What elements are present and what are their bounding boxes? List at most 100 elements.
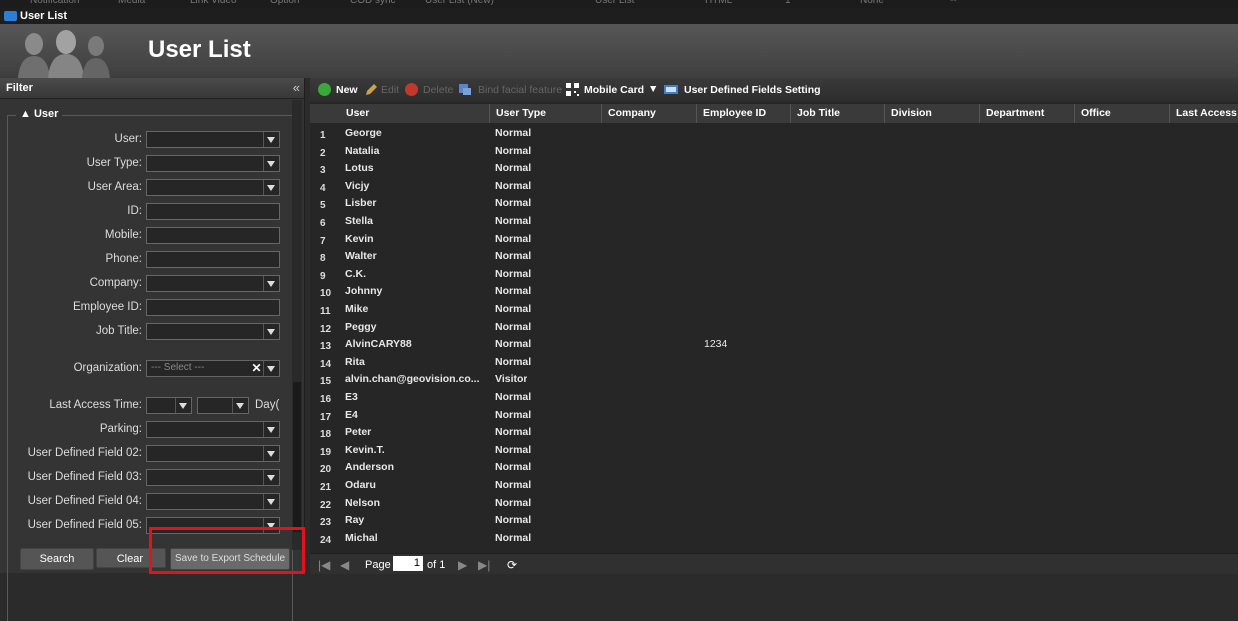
edit-button[interactable]: Edit [381, 84, 399, 96]
new-button[interactable]: New [336, 84, 358, 96]
user-cell: Rita [345, 355, 365, 368]
scrollbar-thumb[interactable] [293, 382, 301, 532]
column-header[interactable]: Employee ID [697, 104, 791, 123]
table-row[interactable]: 17 E4 Normal [310, 407, 1238, 425]
table-row[interactable]: 16 E3 Normal [310, 389, 1238, 407]
table-row[interactable]: 8 Walter Normal [310, 248, 1238, 266]
background-strip-text: -- [950, 0, 957, 6]
chevron-down-icon[interactable] [263, 156, 279, 171]
table-row[interactable]: 21 Odaru Normal [310, 477, 1238, 495]
user-type-cell: Normal [495, 443, 532, 456]
chevron-down-icon[interactable] [263, 324, 279, 339]
mobile-input[interactable] [146, 227, 280, 244]
table-row[interactable]: 22 Nelson Normal [310, 495, 1238, 513]
user-defined-field-02-label: User Defined Field 02: [27, 447, 142, 459]
delete-button[interactable]: Delete [423, 84, 453, 96]
user-section-toggle[interactable]: ▲ User [16, 108, 63, 120]
user-type-cell: Normal [495, 267, 532, 280]
phone-input[interactable] [146, 251, 280, 268]
company-select[interactable] [146, 275, 280, 292]
column-header[interactable]: User Type [490, 104, 602, 123]
table-row[interactable]: 19 Kevin.T. Normal [310, 442, 1238, 460]
table-row[interactable]: 1 George Normal [310, 125, 1238, 143]
user-area-select[interactable] [146, 179, 280, 196]
chevron-down-icon[interactable] [263, 446, 279, 461]
last-page-icon[interactable]: ▶| [478, 558, 490, 572]
table-row[interactable]: 15 alvin.chan@geovision.co... Visitor [310, 371, 1238, 389]
user-select[interactable] [146, 131, 280, 148]
column-header[interactable]: Company [602, 104, 697, 123]
column-header[interactable]: User [340, 104, 490, 123]
job-title-select[interactable] [146, 323, 280, 340]
employee-id-cell: 1234 [704, 338, 728, 351]
table-row[interactable]: 11 Mike Normal [310, 301, 1238, 319]
table-row[interactable]: 7 Kevin Normal [310, 231, 1238, 249]
column-header[interactable]: Job Title [791, 104, 885, 123]
user-defined-field-02-select[interactable] [146, 445, 280, 462]
page-label: Page [365, 559, 391, 571]
next-page-icon[interactable]: ▶ [458, 558, 467, 572]
user-cell: E3 [345, 391, 358, 403]
table-row[interactable]: 2 Natalia Normal [310, 143, 1238, 161]
user-type-cell: Normal [495, 461, 532, 474]
column-header[interactable]: Division [885, 104, 980, 123]
last-access-from-select[interactable] [146, 397, 192, 414]
table-row[interactable]: 6 Stella Normal [310, 213, 1238, 231]
table-row[interactable]: 10 Johnny Normal [310, 283, 1238, 301]
collapse-panel-icon[interactable]: « [293, 80, 300, 95]
chevron-down-icon[interactable] [232, 398, 248, 413]
first-page-icon[interactable]: |◀ [318, 558, 330, 572]
chevron-down-icon[interactable] [263, 361, 279, 376]
row-number: 18 [320, 429, 332, 441]
last-access-to-select[interactable] [197, 397, 249, 414]
chevron-down-icon[interactable] [263, 132, 279, 147]
table-header: User User Type Company Employee ID Job Title… [310, 104, 1238, 123]
parking-select[interactable] [146, 421, 280, 438]
user-defined-field-04-select[interactable] [146, 493, 280, 510]
employee-id-input[interactable] [146, 299, 280, 316]
table-row[interactable]: 24 Michal Normal [310, 530, 1238, 547]
chevron-down-icon[interactable] [263, 470, 279, 485]
search-button[interactable]: Search [20, 548, 94, 570]
user-type-cell: Normal [495, 496, 532, 509]
mobile-card-dropdown-icon[interactable]: ▼ [648, 83, 658, 95]
organization-select[interactable]: --- Select --- ✕ [146, 360, 280, 377]
table-row[interactable]: 13 AlvinCARY88 Normal 1234 [310, 336, 1238, 354]
table-row[interactable]: 18 Peter Normal [310, 424, 1238, 442]
row-number: 10 [320, 288, 332, 300]
mobile-card-button[interactable]: Mobile Card [584, 84, 644, 96]
row-number: 11 [320, 306, 331, 317]
filter-scrollbar[interactable] [292, 100, 302, 550]
delete-icon [405, 83, 418, 96]
table-row[interactable]: 9 C.K. Normal [310, 266, 1238, 284]
refresh-icon[interactable]: ⟳ [507, 558, 517, 572]
column-header[interactable]: Last Access T [1170, 104, 1238, 123]
id-input[interactable] [146, 203, 280, 220]
chevron-down-icon[interactable] [175, 398, 191, 413]
chevron-down-icon[interactable] [263, 180, 279, 195]
page-number-input[interactable]: 1 [393, 556, 423, 571]
table-row[interactable]: 14 Rita Normal [310, 354, 1238, 372]
user-cell: Peter [345, 426, 372, 439]
table-row[interactable]: 4 Vicjy Normal [310, 178, 1238, 196]
chevron-down-icon[interactable] [263, 494, 279, 509]
user-type-cell: Normal [495, 531, 532, 544]
user-defined-fields-setting-button[interactable]: User Defined Fields Setting [684, 84, 821, 96]
column-header[interactable]: Office [1075, 104, 1170, 123]
table-row[interactable]: 12 Peggy Normal [310, 319, 1238, 337]
user-defined-field-03-select[interactable] [146, 469, 280, 486]
chevron-down-icon[interactable] [263, 422, 279, 437]
table-row[interactable]: 20 Anderson Normal [310, 459, 1238, 477]
company-label: Company: [89, 277, 142, 289]
table-row[interactable]: 5 Lisber Normal [310, 195, 1238, 213]
user-type-select[interactable] [146, 155, 280, 172]
column-header[interactable]: Department [980, 104, 1075, 123]
bind-facial-feature-button[interactable]: Bind facial feature [478, 84, 562, 96]
table-row[interactable]: 23 Ray Normal [310, 512, 1238, 530]
clear-selection-icon[interactable]: ✕ [249, 361, 264, 376]
chevron-down-icon[interactable] [263, 276, 279, 291]
phone-label: Phone: [105, 253, 142, 265]
filter-title: Filter [6, 82, 33, 94]
previous-page-icon[interactable]: ◀ [340, 558, 349, 572]
table-row[interactable]: 3 Lotus Normal [310, 160, 1238, 178]
